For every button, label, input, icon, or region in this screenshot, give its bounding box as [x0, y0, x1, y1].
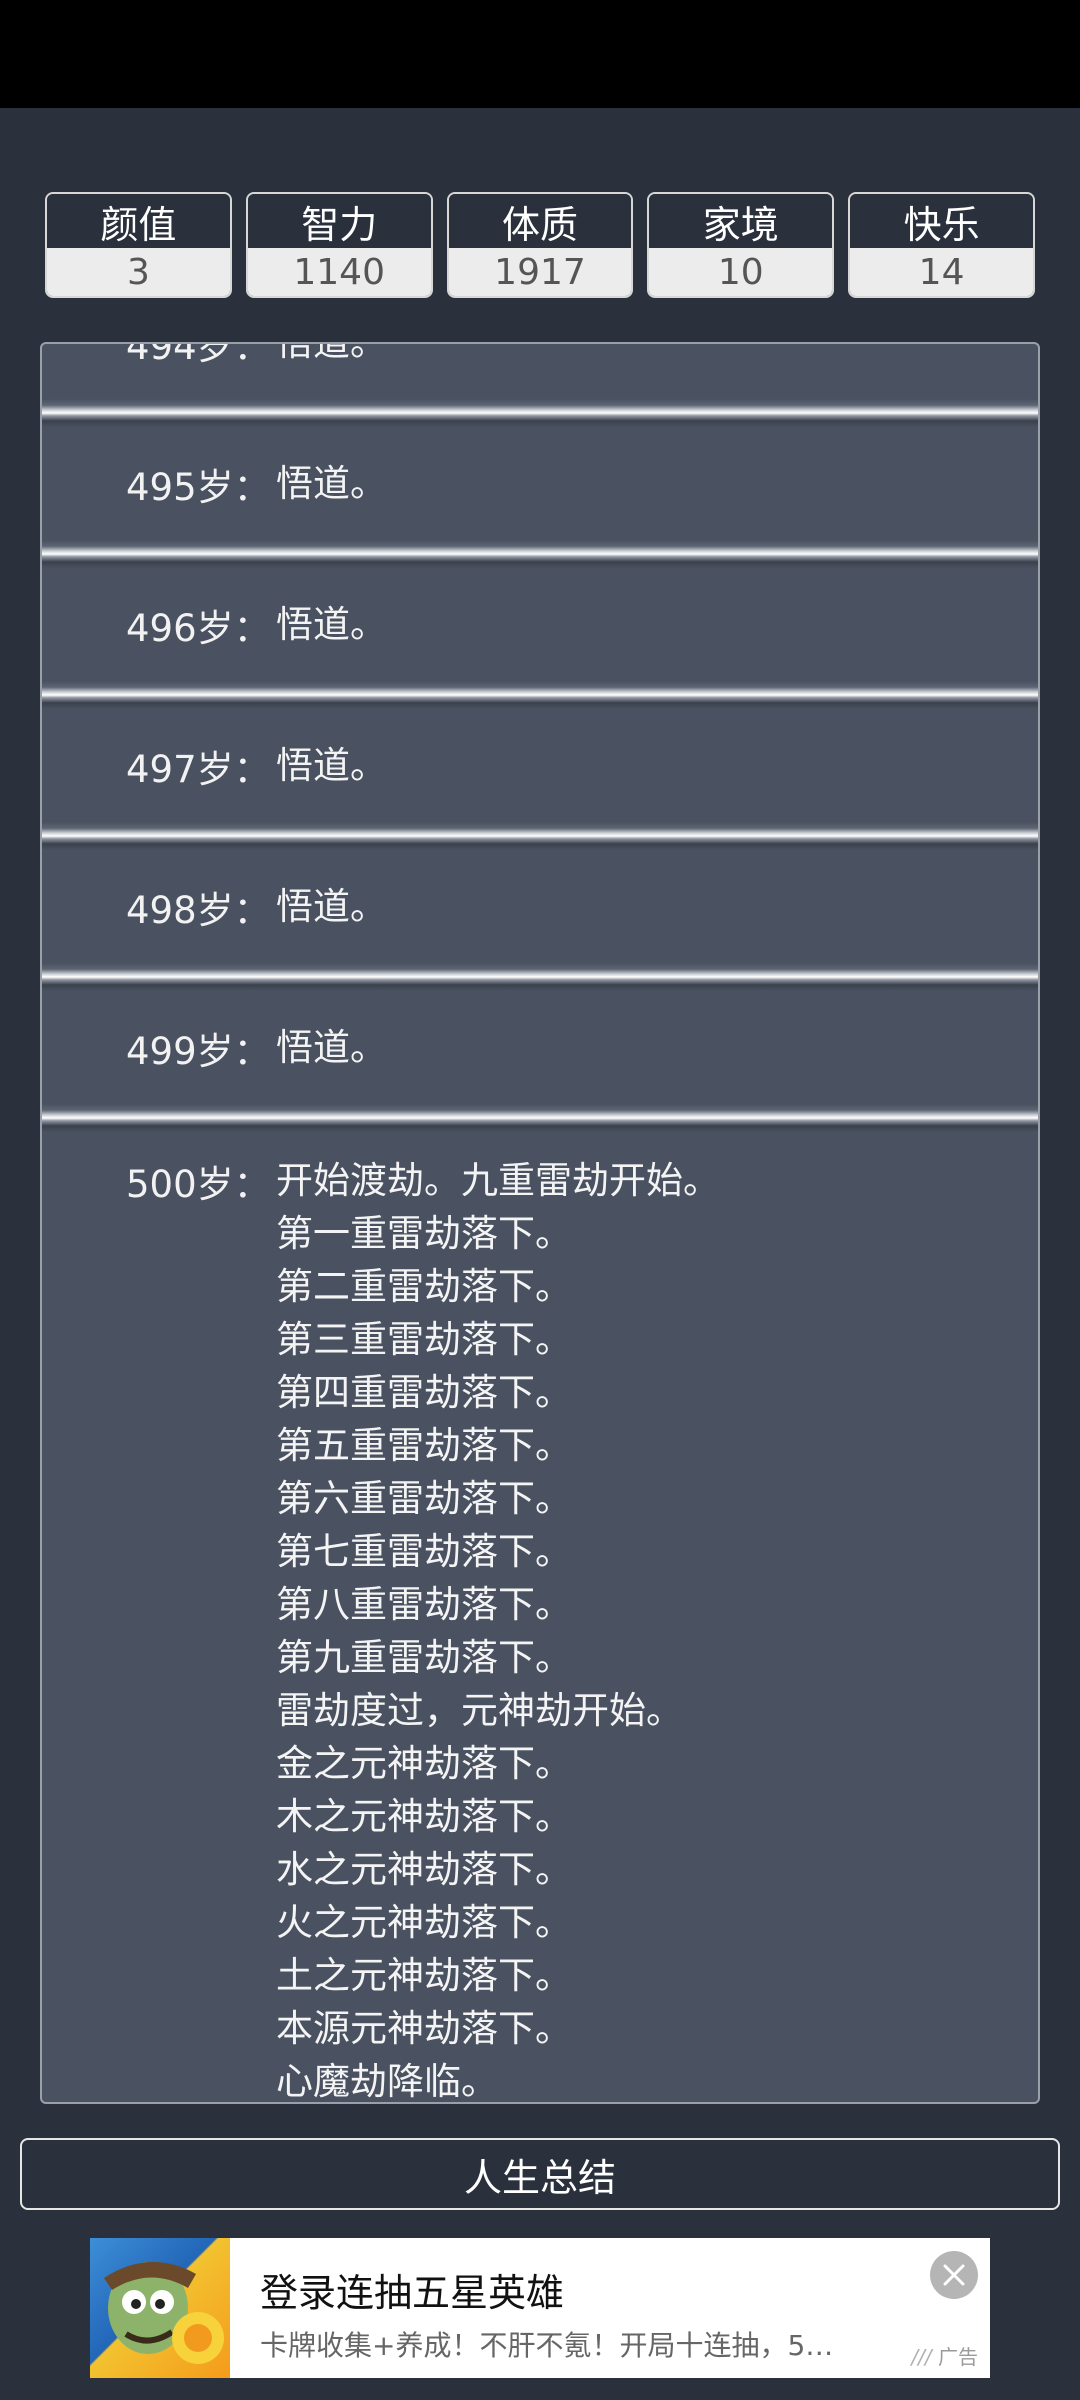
log-event-line: 第八重雷劫落下。 — [276, 1583, 572, 1626]
log-divider — [42, 681, 1038, 709]
log-event-line: 心魔劫降临。 — [276, 2060, 498, 2103]
log-event-line: 悟道。 — [276, 1026, 387, 1069]
log-entry: 498岁： 悟道。 — [42, 850, 1038, 963]
log-entry: 499岁： 悟道。 — [42, 991, 1038, 1104]
log-entry-age: 498岁： — [126, 888, 271, 932]
ad-label-text: 广告 — [938, 2345, 978, 2369]
close-glyph — [943, 2264, 965, 2286]
log-event-line: 第五重雷劫落下。 — [276, 1424, 572, 1467]
log-event-line: 雷劫度过，元神劫开始。 — [276, 1689, 683, 1732]
log-event-line: 第二重雷劫落下。 — [276, 1265, 572, 1308]
log-event-line: 悟道。 — [276, 342, 387, 364]
log-event-line: 水之元神劫落下。 — [276, 1848, 572, 1891]
log-entry-events: 悟道。 — [276, 598, 387, 651]
log-entry: 497岁： 悟道。 — [42, 709, 1038, 822]
log-entry-age: 495岁： — [126, 465, 271, 509]
ad-image[interactable] — [90, 2238, 230, 2378]
ad-source-icon: /// — [911, 2345, 932, 2369]
stat-label: 体质 — [448, 194, 632, 248]
ad-title[interactable]: 登录连抽五星英雄 — [260, 2262, 564, 2317]
log-event-line: 悟道。 — [276, 462, 387, 505]
ad-label: /// 广告 — [911, 2341, 978, 2370]
stat-label: 快乐 — [850, 194, 1033, 248]
stat-value: 3 — [47, 248, 230, 296]
life-log[interactable]: 494岁： 悟道。 495岁： 悟道。 496岁： 悟道。 497岁： 悟道。 498岁： 悟道。… — [40, 342, 1040, 2104]
ad-description[interactable]: 卡牌收集+养成！不肝不氪！开局十连抽，5… — [260, 2324, 940, 2364]
log-event-line: 悟道。 — [276, 603, 387, 646]
ad-banner[interactable]: 登录连抽五星英雄 卡牌收集+养成！不肝不氪！开局十连抽，5… /// 广告 — [90, 2238, 990, 2378]
log-event-line: 木之元神劫落下。 — [276, 1795, 572, 1838]
log-event-line: 悟道。 — [276, 744, 387, 787]
attribute-panel: 颜值 3 智力 1140 体质 1917 家境 10 快乐 14 — [45, 192, 1035, 298]
stat-label: 家境 — [649, 194, 833, 248]
stat-label: 智力 — [247, 194, 431, 248]
log-entry-age: 500岁： — [126, 1163, 271, 1206]
log-event-line: 土之元神劫落下。 — [276, 1954, 572, 1997]
life-log-content: 494岁： 悟道。 495岁： 悟道。 496岁： 悟道。 497岁： 悟道。 498岁： 悟道。… — [42, 342, 1038, 2103]
log-event-line: 火之元神劫落下。 — [276, 1901, 572, 1944]
log-event-line: 第三重雷劫落下。 — [276, 1318, 572, 1361]
stat-value: 14 — [850, 248, 1033, 296]
log-divider — [42, 399, 1038, 427]
log-event-line: 第七重雷劫落下。 — [276, 1530, 572, 1573]
log-event-line: 开始渡劫。九重雷劫开始。 — [276, 1159, 720, 1202]
log-event-line: 本源元神劫落下。 — [276, 2007, 572, 2050]
log-entry-events: 悟道。 — [276, 739, 387, 792]
stat-constitution: 体质 1917 — [446, 192, 634, 298]
stat-value: 1917 — [448, 248, 632, 296]
log-entry-events: 悟道。 — [276, 880, 387, 933]
log-entry-age: 496岁： — [126, 606, 271, 650]
stat-label: 颜值 — [47, 194, 230, 248]
log-event-line: 第六重雷劫落下。 — [276, 1477, 572, 1520]
log-entry-age: 499岁： — [126, 1029, 271, 1073]
log-divider — [42, 540, 1038, 568]
log-event-line: 第四重雷劫落下。 — [276, 1371, 572, 1414]
stat-intelligence: 智力 1140 — [245, 192, 433, 298]
log-event-line: 第一重雷劫落下。 — [276, 1212, 572, 1255]
log-entry: 495岁： 悟道。 — [42, 427, 1038, 540]
log-entry-events: 开始渡劫。九重雷劫开始。 第一重雷劫落下。 第二重雷劫落下。 第三重雷劫落下。 第四重雷… — [276, 1154, 757, 2103]
life-summary-button[interactable]: 人生总结 — [20, 2138, 1060, 2210]
log-entry-events: 悟道。 — [276, 342, 387, 369]
log-event-line: 金之元神劫落下。 — [276, 1742, 572, 1785]
stat-appearance: 颜值 3 — [45, 192, 232, 298]
close-icon[interactable] — [930, 2251, 978, 2299]
log-divider — [42, 1104, 1038, 1132]
log-event-line: 悟道。 — [276, 885, 387, 928]
log-entry-events: 悟道。 — [276, 457, 387, 510]
log-entry-age: 494岁： — [126, 342, 271, 368]
ad-zombie-icon — [104, 2261, 224, 2364]
log-divider — [42, 822, 1038, 850]
log-divider — [42, 963, 1038, 991]
log-event-line: 第九重雷劫落下。 — [276, 1636, 572, 1679]
stat-family: 家境 10 — [647, 192, 835, 298]
log-entry-events: 悟道。 — [276, 1021, 387, 1074]
log-entry: 500岁： 开始渡劫。九重雷劫开始。 第一重雷劫落下。 第二重雷劫落下。 第三重雷劫落下… — [42, 1132, 1038, 2103]
status-bar — [0, 0, 1080, 108]
log-entry-age: 497岁： — [126, 747, 271, 791]
log-entry: 494岁： 悟道。 — [42, 342, 1038, 399]
stat-value: 10 — [649, 248, 833, 296]
log-entry: 496岁： 悟道。 — [42, 568, 1038, 681]
stat-happiness: 快乐 14 — [848, 192, 1035, 298]
stat-value: 1140 — [247, 248, 431, 296]
